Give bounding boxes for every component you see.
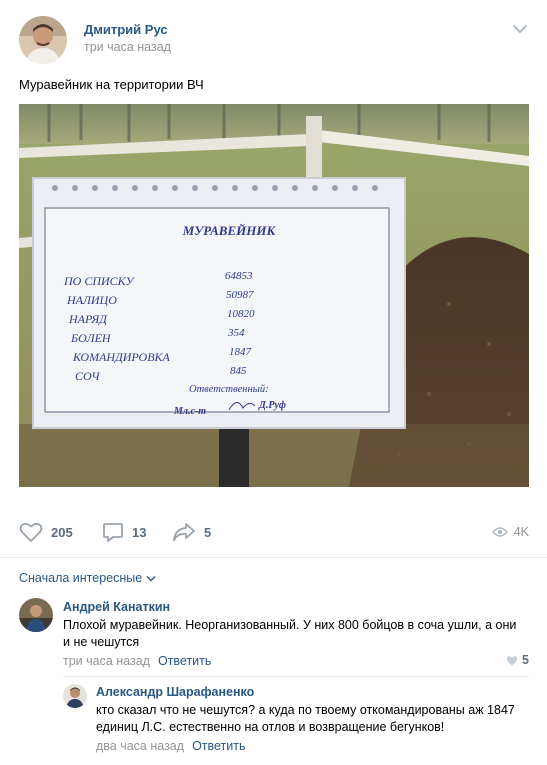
sign-label-5: КОМАНДИРОВКА	[72, 350, 171, 364]
post-text: Муравейник на территории ВЧ	[19, 77, 204, 92]
sign-value-4: 354	[227, 327, 245, 339]
divider	[63, 676, 529, 677]
shares-count: 5	[204, 524, 212, 540]
chevron-down-icon	[146, 575, 156, 581]
sign-responsible: Ответственный:	[189, 384, 269, 395]
comment-button[interactable]: 13	[102, 517, 146, 547]
sign-title: МУРАВЕЙНИК	[182, 223, 277, 238]
comment-time[interactable]: два часа назад	[96, 739, 184, 753]
comment-author[interactable]: Андрей Канаткин	[63, 600, 170, 614]
comment-time[interactable]: три часа назад	[63, 654, 150, 668]
post-header: Дмитрий Рус три часа назад	[19, 14, 529, 64]
author-avatar[interactable]	[19, 16, 67, 64]
comment-text: кто сказал что не чешутся? а куда по тво…	[96, 703, 515, 734]
reply-button[interactable]: Ответить	[158, 654, 211, 668]
comment-icon	[103, 523, 123, 542]
eye-icon	[491, 527, 508, 537]
post-time[interactable]: три часа назад	[84, 40, 171, 54]
post-photo[interactable]: МУРАВЕЙНИК ПО СПИСКУ НАЛИЦО НАРЯД БОЛЕН …	[19, 104, 529, 487]
comment-text: Плохой муравейник. Неорганизованный. У н…	[63, 618, 517, 649]
commenter-avatar[interactable]	[63, 684, 87, 708]
comment-author[interactable]: Александр Шарафаненко	[96, 685, 254, 699]
sign-rank: Мл.с-т	[173, 406, 206, 417]
sign-label-2: НАЛИЦО	[66, 293, 117, 307]
likes-count: 205	[51, 524, 73, 540]
comment-like-button[interactable]: 5	[506, 653, 529, 667]
like-button[interactable]: 205	[19, 517, 73, 547]
views: 4K	[491, 517, 529, 547]
comment-likes-count: 5	[522, 653, 529, 667]
sign-value-1: 64853	[225, 270, 253, 282]
comment-meta: два часа назад Ответить	[96, 739, 246, 753]
post-actions: 205 13 5 4K	[19, 517, 529, 547]
heart-icon	[19, 522, 43, 542]
sign-label-4: БОЛЕН	[70, 331, 112, 345]
reply-button[interactable]: Ответить	[192, 739, 245, 753]
divider	[0, 557, 547, 558]
heart-icon	[506, 655, 518, 665]
sign-label-3: НАРЯД	[68, 312, 108, 326]
comments-sort-label: Сначала интересные	[19, 571, 143, 585]
sign-value-2: 50987	[226, 289, 254, 301]
sign-value-5: 1847	[229, 346, 252, 358]
sign-label-6: СОЧ	[75, 369, 100, 383]
commenter-avatar[interactable]	[19, 598, 53, 632]
sign-label-1: ПО СПИСКУ	[63, 274, 135, 288]
comments-sort[interactable]: Сначала интересные	[19, 571, 156, 585]
author-name[interactable]: Дмитрий Рус	[84, 22, 168, 37]
share-icon	[173, 523, 195, 541]
views-count: 4K	[513, 525, 529, 539]
sign-value-6: 845	[230, 365, 247, 377]
share-button[interactable]: 5	[172, 517, 211, 547]
sign-name: Д.Руф	[258, 400, 286, 411]
sign-value-3: 10820	[227, 308, 255, 320]
comments-count: 13	[132, 524, 147, 540]
comment: Андрей Канаткин Плохой муравейник. Неорг…	[19, 598, 529, 670]
comment-reply: Александр Шарафаненко кто сказал что не …	[63, 684, 529, 756]
comment-meta: три часа назад Ответить	[63, 654, 211, 668]
chevron-down-icon[interactable]	[513, 24, 527, 34]
